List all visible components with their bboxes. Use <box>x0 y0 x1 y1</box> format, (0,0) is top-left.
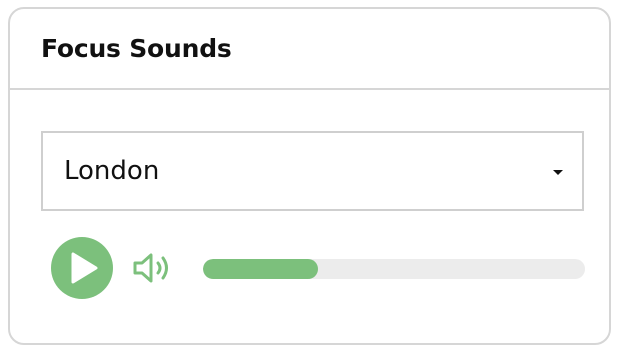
sound-select-value: London <box>64 156 160 186</box>
card-header: Focus Sounds <box>10 9 609 90</box>
volume-icon <box>133 253 168 283</box>
progress-bar[interactable] <box>203 259 585 279</box>
progress-fill <box>203 259 318 279</box>
focus-sounds-card: Focus Sounds London <box>8 7 611 345</box>
play-icon <box>71 252 98 284</box>
chevron-down-icon <box>553 170 563 175</box>
play-button[interactable] <box>51 237 113 299</box>
sound-select[interactable]: London <box>41 131 584 211</box>
volume-button[interactable] <box>132 251 176 285</box>
sound-player <box>51 236 586 300</box>
card-title: Focus Sounds <box>41 34 232 63</box>
